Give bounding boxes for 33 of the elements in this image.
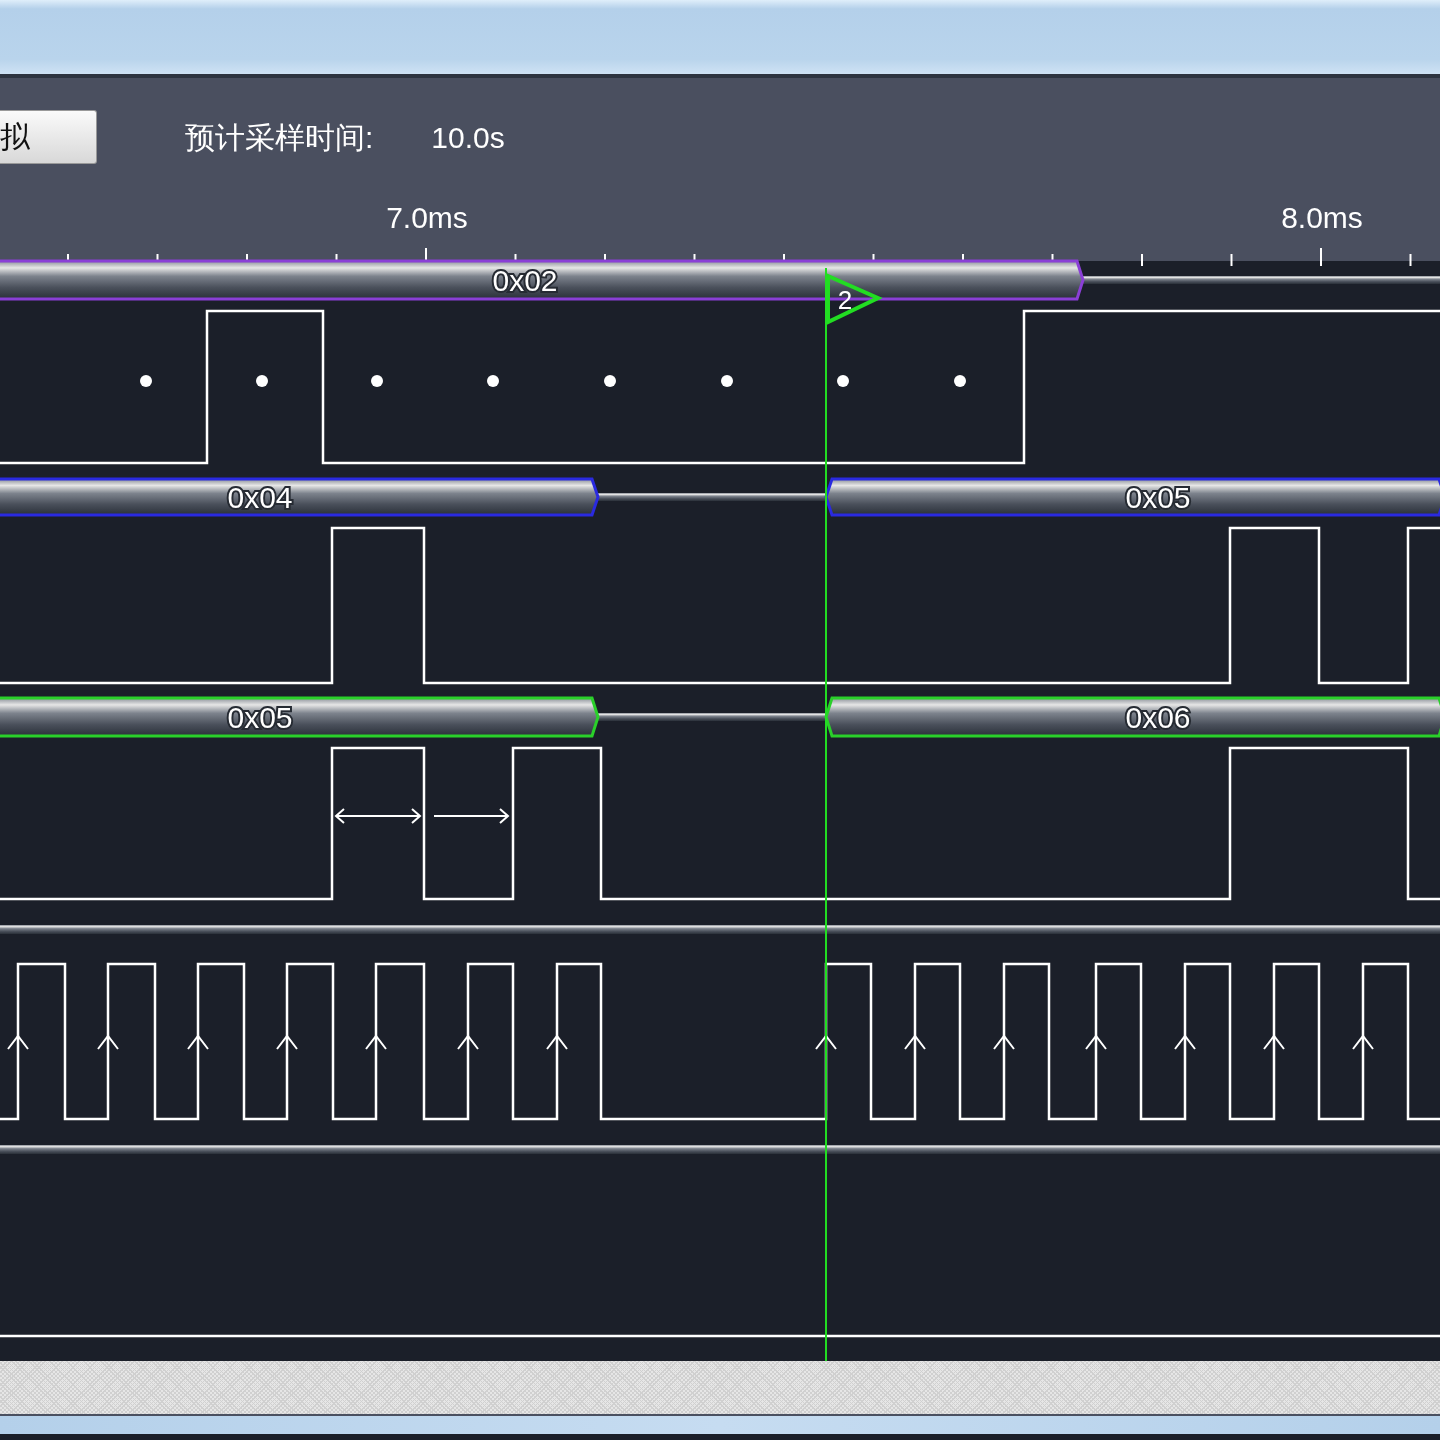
rising-edge-icon [1174, 1034, 1196, 1050]
sample-dot [487, 375, 499, 387]
rising-edge-icon [815, 1034, 837, 1050]
rising-edge-icon [546, 1034, 568, 1050]
sample-dot [954, 375, 966, 387]
rising-edge-icon [365, 1034, 387, 1050]
rising-edge-icon [1352, 1034, 1374, 1050]
sample-dot [604, 375, 616, 387]
rising-edge-icon [97, 1034, 119, 1050]
estimate-label: 预计采样时间: [185, 119, 374, 156]
rising-edge-icon [1085, 1034, 1107, 1050]
cursor-marker[interactable] [826, 272, 883, 326]
time-label: 7.0ms [386, 201, 468, 234]
rising-edge-icon [993, 1034, 1015, 1050]
bus-value: 0x05 [227, 701, 293, 734]
sample-dot [256, 375, 268, 387]
rising-edge-icon [276, 1034, 298, 1050]
rising-edge-icon [457, 1034, 479, 1050]
sample-dot [837, 375, 849, 387]
sample-dot [721, 375, 733, 387]
bus-value: 0x05 [1125, 481, 1191, 514]
bus-value: 0x04 [227, 481, 293, 514]
sample-dot [371, 375, 383, 387]
bus-value: 0x06 [1125, 701, 1191, 734]
rising-edge-icon [904, 1034, 926, 1050]
bus-value: 0x02 [492, 264, 558, 297]
rising-edge-icon [7, 1034, 29, 1050]
sample-dot [140, 375, 152, 387]
estimate-value: 10.0s [431, 119, 505, 156]
time-label: 8.0ms [1281, 201, 1363, 234]
rising-edge-icon [187, 1034, 209, 1050]
toolbar-button[interactable]: 拟 [0, 110, 97, 164]
rising-edge-icon [1263, 1034, 1285, 1050]
